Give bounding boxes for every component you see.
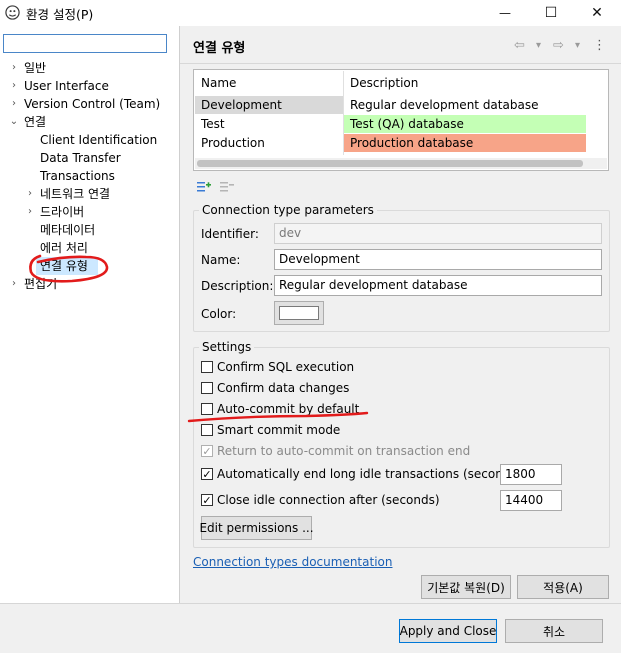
type-name-cell: Production [201, 136, 265, 150]
tree-item-label: 네트워크 연결 [40, 187, 111, 201]
description-label: Description: [201, 279, 274, 293]
expand-arrow-icon[interactable]: › [8, 95, 20, 113]
expand-arrow-icon[interactable]: › [8, 59, 20, 77]
tree-item-label: Transactions [40, 169, 115, 183]
expand-arrow-icon[interactable]: › [24, 203, 36, 221]
red-circle-annotation [29, 254, 109, 283]
confirm-data-changes-checkbox[interactable] [201, 382, 213, 394]
group-label: Connection type parameters [199, 203, 377, 217]
color-swatch [279, 306, 319, 320]
confirm-data-changes-option[interactable]: Confirm data changes [201, 381, 581, 397]
maximize-button[interactable]: ☐ [528, 0, 574, 26]
color-picker-button[interactable] [274, 301, 324, 325]
dbeaver-app-icon [5, 5, 20, 20]
identifier-label: Identifier: [201, 227, 259, 241]
apply-button[interactable]: 적용(A) [517, 575, 609, 599]
group-label: Settings [199, 340, 255, 354]
auto-end-idle-checkbox[interactable]: ✓ [201, 468, 213, 480]
checkbox-label: Close idle connection after (seconds) [217, 493, 440, 507]
checkbox-label: Smart commit mode [217, 423, 341, 437]
expand-arrow-icon[interactable]: › [24, 185, 36, 203]
tree-item-label: Version Control (Team) [24, 97, 161, 111]
confirm-sql-execution-option[interactable]: Confirm SQL execution [201, 360, 581, 376]
name-field[interactable]: Development [274, 249, 602, 270]
header-separator [180, 63, 621, 64]
type-name-cell: Test [201, 117, 225, 131]
checkbox-label: Return to auto-commit on transaction end [217, 444, 471, 458]
column-header-description[interactable]: Description [344, 74, 586, 92]
scrollbar-thumb[interactable] [197, 160, 583, 167]
page-title: 연결 유형 [193, 41, 246, 56]
tree-item-label: Client Identification [40, 133, 158, 147]
back-dropdown-icon[interactable]: ▾ [536, 40, 541, 51]
tree-item-label: 드라이버 [40, 205, 85, 219]
minimize-icon: — [499, 6, 511, 20]
idle-transaction-seconds-field[interactable]: 1800 [500, 464, 562, 485]
checkbox-label: Confirm data changes [217, 381, 350, 395]
close-button[interactable]: ✕ [574, 0, 620, 26]
back-arrow-icon[interactable]: ⇦ [514, 38, 525, 53]
auto-end-idle-option[interactable]: ✓ Automatically end long idle transactio… [201, 467, 521, 483]
checkbox-label: Automatically end long idle transactions… [217, 467, 522, 481]
forward-arrow-icon[interactable]: ⇨ [553, 38, 564, 53]
edit-permissions-button[interactable]: Edit permissions ... [199, 516, 314, 540]
tree-item-label: User Interface [24, 79, 109, 93]
remove-row-icon[interactable] [219, 180, 235, 194]
expand-arrow-icon[interactable]: › [8, 275, 20, 293]
expand-arrow-icon[interactable]: › [8, 77, 20, 95]
tree-item-label: 메타데이터 [40, 223, 96, 237]
type-name-cell: Development [195, 96, 343, 114]
filter-input[interactable] [3, 34, 167, 53]
tree-item-label: Data Transfer [40, 151, 121, 165]
type-description-cell: Test (QA) database [344, 115, 586, 133]
view-menu-icon[interactable]: ⋮ [593, 38, 606, 53]
idle-connection-seconds-field[interactable]: 14400 [500, 490, 562, 511]
identifier-field[interactable]: dev [274, 223, 602, 244]
restore-defaults-button[interactable]: 기본값 복원(D) [421, 575, 511, 599]
close-idle-checkbox[interactable]: ✓ [201, 494, 213, 506]
window-title: 환경 설정(P) [26, 7, 94, 22]
table-row[interactable]: Development Regular development database [195, 96, 586, 114]
close-icon: ✕ [591, 5, 603, 21]
connection-types-table[interactable]: Name Description Development Regular dev… [193, 69, 609, 171]
red-underline-annotation [187, 411, 369, 423]
table-row[interactable]: Production Production database [195, 134, 586, 152]
confirm-sql-checkbox[interactable] [201, 361, 213, 373]
table-row[interactable]: Test Test (QA) database [195, 115, 586, 133]
type-description-cell: Regular development database [350, 98, 539, 112]
close-idle-connection-option[interactable]: ✓ Close idle connection after (seconds) [201, 493, 496, 509]
check-icon: ✓ [202, 493, 212, 507]
cancel-button[interactable]: 취소 [505, 619, 603, 643]
collapse-arrow-icon[interactable]: ⌄ [8, 113, 20, 131]
maximize-icon: ☐ [544, 5, 558, 21]
tree-item-label: 연결 [24, 115, 47, 129]
add-row-icon[interactable] [196, 180, 212, 194]
connection-types-docs-link[interactable]: Connection types documentation [193, 555, 392, 569]
title-bar: 환경 설정(P) — ☐ ✕ [0, 0, 621, 26]
description-field[interactable]: Regular development database [274, 275, 602, 296]
type-description-cell: Production database [344, 134, 586, 152]
check-icon: ✓ [202, 467, 212, 481]
tree-item-label: 일반 [24, 61, 47, 75]
return-auto-commit-option: ✓ Return to auto-commit on transaction e… [201, 444, 581, 460]
checkbox-label: Confirm SQL execution [217, 360, 355, 374]
name-label: Name: [201, 253, 241, 267]
color-label: Color: [201, 307, 237, 321]
return-auto-commit-checkbox: ✓ [201, 445, 213, 457]
smart-commit-checkbox[interactable] [201, 424, 213, 436]
minimize-button[interactable]: — [482, 0, 528, 26]
apply-and-close-button[interactable]: Apply and Close [399, 619, 497, 643]
forward-dropdown-icon[interactable]: ▾ [575, 40, 580, 51]
column-header-name[interactable]: Name [195, 74, 343, 92]
smart-commit-option[interactable]: Smart commit mode [201, 423, 581, 439]
horizontal-scrollbar[interactable] [195, 158, 607, 169]
check-icon: ✓ [202, 444, 212, 458]
